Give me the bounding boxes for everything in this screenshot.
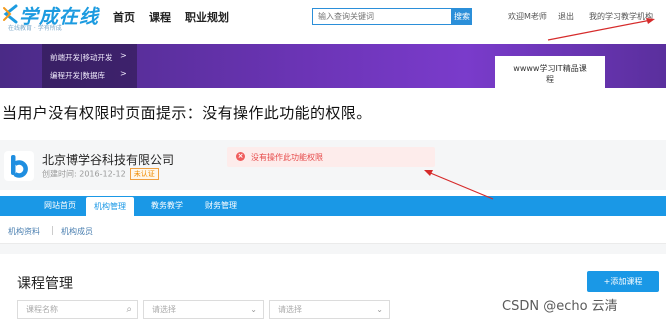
- select-1-placeholder: 请选择: [152, 305, 176, 314]
- org-meta: 创建时间: 2016-12-12 未认证: [42, 168, 159, 180]
- search-icon: ⌕: [126, 304, 132, 315]
- logo-mark-icon: [3, 4, 18, 24]
- error-icon: ×: [236, 152, 245, 161]
- banner-card-line2: 程: [546, 75, 554, 84]
- chevron-down-icon: ⌄: [376, 305, 383, 314]
- tab-org-management[interactable]: 机构管理: [86, 197, 134, 216]
- banner-card-line1: wwww学习IT精品课: [513, 64, 587, 73]
- logout-link[interactable]: 退出: [558, 11, 574, 22]
- welcome-link[interactable]: 欢迎M老师: [508, 11, 547, 22]
- category-programming[interactable]: 编程开发|数据库: [50, 70, 105, 81]
- chevron-right-icon: >: [120, 69, 127, 78]
- status-badge: 未认证: [129, 168, 159, 180]
- course-name-filter[interactable]: 课程名称 ⌕: [17, 300, 138, 319]
- tab-finance[interactable]: 财务管理: [205, 196, 237, 216]
- site-header: 学成在线 在线教育 · 学有所成 首页 课程 职业规划 搜索 欢迎M老师 退出 …: [0, 0, 666, 36]
- search-button[interactable]: 搜索: [452, 8, 472, 25]
- csdn-watermark: CSDN @echo 云清: [502, 299, 618, 314]
- banner-course-card[interactable]: wwww学习IT精品课 程: [495, 56, 605, 88]
- chevron-down-icon: ⌄: [250, 305, 257, 314]
- my-learning-link[interactable]: 我的学习: [589, 11, 621, 22]
- section-title: 课程管理: [17, 276, 73, 292]
- created-date: 创建时间: 2016-12-12: [42, 169, 126, 179]
- org-name: 北京博学谷科技有限公司: [42, 153, 175, 167]
- select-2-placeholder: 请选择: [278, 305, 302, 314]
- subtab-org-members[interactable]: 机构成员: [61, 226, 93, 237]
- doc-caption: 当用户没有权限时页面提示：没有操作此功能的权限。: [2, 104, 372, 122]
- category-menu: 前端开发|移动开发 > 编程开发|数据库 >: [42, 44, 137, 88]
- main-nav: 首页 课程 职业规划: [113, 9, 229, 25]
- tab-site-home[interactable]: 网站首页: [44, 196, 76, 216]
- org-logo-icon: [4, 151, 34, 181]
- search-input[interactable]: [312, 8, 452, 25]
- chevron-right-icon: >: [120, 51, 127, 60]
- subtab-divider: [52, 226, 53, 235]
- tab-teaching[interactable]: 教务教学: [151, 196, 183, 216]
- category-frontend[interactable]: 前端开发|移动开发: [50, 52, 113, 63]
- select-filter-2[interactable]: 请选择 ⌄: [269, 300, 390, 319]
- alert-message: 没有操作此功能权限: [251, 153, 323, 162]
- subtab-org-info[interactable]: 机构资料: [8, 226, 40, 237]
- sub-tabbar: 机构资料 机构成员: [0, 216, 666, 244]
- section-gap: [0, 244, 666, 254]
- logo-slogan: 在线教育 · 学有所成: [8, 25, 62, 32]
- nav-home[interactable]: 首页: [113, 9, 135, 25]
- main-tabbar: 网站首页 机构管理 教务教学 财务管理: [0, 196, 666, 216]
- site-logo[interactable]: 学成在线 在线教育 · 学有所成: [2, 2, 98, 32]
- teaching-org-link[interactable]: 教学机构: [621, 11, 653, 22]
- nav-career[interactable]: 职业规划: [185, 9, 229, 25]
- permission-alert: × 没有操作此功能权限: [227, 147, 435, 167]
- course-name-placeholder: 课程名称: [26, 305, 58, 314]
- add-course-button[interactable]: +添加课程: [587, 271, 659, 292]
- nav-courses[interactable]: 课程: [149, 9, 171, 25]
- select-filter-1[interactable]: 请选择 ⌄: [143, 300, 264, 319]
